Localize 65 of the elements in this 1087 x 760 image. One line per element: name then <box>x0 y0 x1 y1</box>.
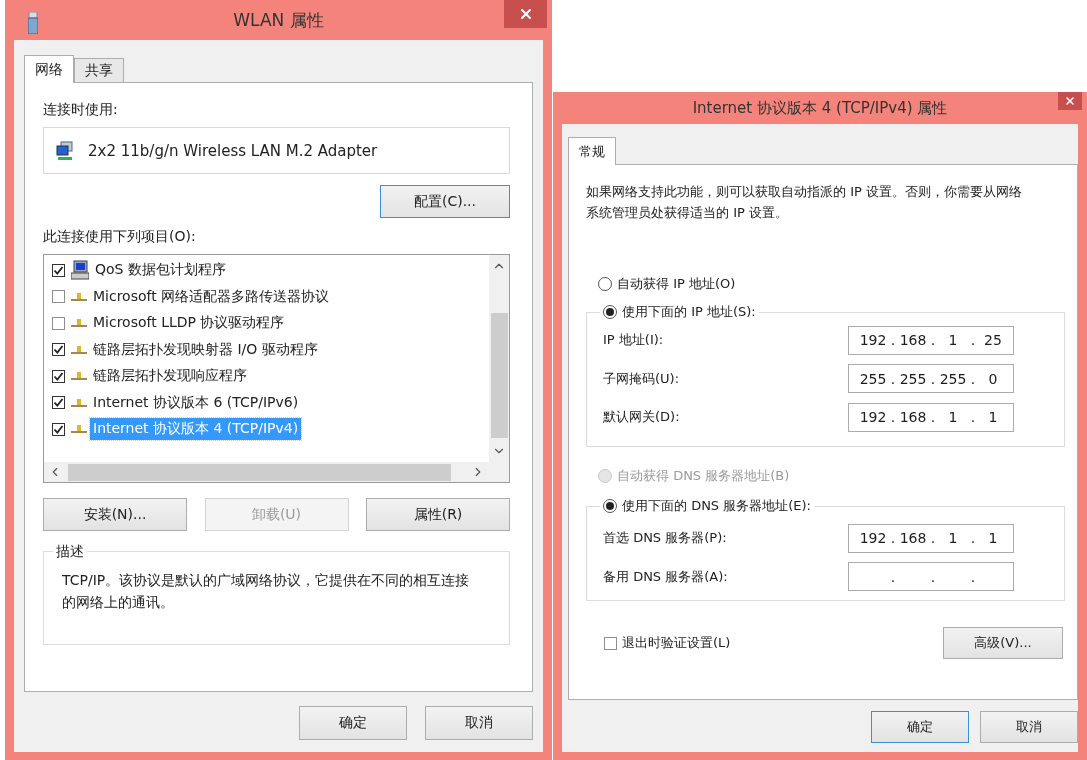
checkbox[interactable] <box>52 369 65 383</box>
field-label: 子网掩码(U): <box>603 369 680 388</box>
ip-address-field[interactable]: 192 . 168 . 1 . 25 <box>848 325 1014 355</box>
radio-label: 使用下面的 IP 地址(S): <box>622 303 756 321</box>
field-label: 备用 DNS 服务器(A): <box>603 567 728 586</box>
protocol-icon <box>71 398 87 407</box>
ok-button[interactable]: 确定 <box>871 711 969 743</box>
ip-address-field[interactable]: 255 . 255 . 255 . 0 <box>848 364 1014 394</box>
advanced-button[interactable]: 高级(V)... <box>943 627 1063 659</box>
group-title: 描述 <box>56 543 84 559</box>
section-label: 此连接使用下列项目(O): <box>43 228 196 244</box>
usb-adapter-icon <box>28 12 38 34</box>
list-item[interactable]: Microsoft LLDP 协议驱动程序 <box>90 312 288 335</box>
tab[interactable]: 网络 <box>24 55 74 83</box>
radio-label: 使用下面的 DNS 服务器地址(E): <box>622 497 811 515</box>
cancel-button[interactable]: 取消 <box>425 706 533 740</box>
section-label: 连接时使用: <box>43 101 119 119</box>
field-label: 默认网关(D): <box>603 408 680 427</box>
field-label: IP 地址(I): <box>603 331 664 350</box>
list-item[interactable]: Microsoft 网络适配器多路传送器协议 <box>90 285 333 308</box>
radio-button[interactable] <box>603 305 617 319</box>
checkbox-label: 退出时验证设置(L) <box>622 634 731 652</box>
vertical-scrollbar[interactable] <box>489 255 509 462</box>
close-button[interactable] <box>1058 92 1082 110</box>
action-button[interactable]: 安装(N)... <box>43 498 187 531</box>
checkbox[interactable] <box>52 422 65 436</box>
checkbox[interactable] <box>52 290 65 304</box>
checkbox[interactable] <box>52 343 65 357</box>
adapter-name: 2x2 11b/g/n Wireless LAN M.2 Adapter <box>88 141 378 160</box>
protocol-icon <box>71 425 87 434</box>
tab[interactable]: 常规 <box>568 137 616 165</box>
list-item[interactable]: QoS 数据包计划程序 <box>92 259 229 282</box>
close-button[interactable] <box>504 0 547 28</box>
network-adapter-icon <box>56 140 74 161</box>
radio-button[interactable] <box>603 499 617 513</box>
list-item[interactable]: 链路层拓扑发现响应程序 <box>90 365 250 388</box>
protocol-icon <box>71 372 87 381</box>
checkbox[interactable] <box>604 636 617 650</box>
radio-label: 自动获得 IP 地址(O) <box>617 275 736 293</box>
checkbox[interactable] <box>52 316 65 330</box>
ok-button[interactable]: 确定 <box>299 706 407 740</box>
tab[interactable]: 共享 <box>74 58 124 82</box>
ip-address-field[interactable]: . . . <box>848 562 1014 592</box>
horizontal-scrollbar[interactable] <box>44 462 489 482</box>
cancel-button[interactable]: 取消 <box>980 711 1078 743</box>
window-title: Internet 协议版本 4 (TCP/IPv4) 属性 <box>692 98 948 118</box>
intro-text: 如果网络支持此功能，则可以获取自动指派的 IP 设置。否则，你需要从网络系统管理员处获得适当的 IP 设置。 <box>586 183 1023 222</box>
configure-button[interactable]: 配置(C)... <box>380 185 510 218</box>
computer-icon <box>71 260 89 281</box>
close-icon <box>1064 95 1076 107</box>
checkbox[interactable] <box>52 263 65 277</box>
field-label: 首选 DNS 服务器(P): <box>603 529 727 548</box>
radio-label: 自动获得 DNS 服务器地址(B) <box>617 467 790 485</box>
action-button[interactable]: 属性(R) <box>366 498 510 531</box>
ip-address-field[interactable]: 192 . 168 . 1 . 1 <box>848 523 1014 553</box>
window-title: WLAN 属性 <box>233 8 324 32</box>
protocol-icon <box>71 292 87 301</box>
checkbox[interactable] <box>52 396 65 410</box>
protocol-icon <box>71 319 87 328</box>
ip-address-field[interactable]: 192 . 168 . 1 . 1 <box>848 402 1014 432</box>
protocol-icon <box>71 345 87 354</box>
description-text: TCP/IP。该协议是默认的广域网络协议，它提供在不同的相互连接的网络上的通讯。 <box>62 571 471 612</box>
radio-button[interactable] <box>598 277 612 291</box>
list-item[interactable]: 链路层拓扑发现映射器 I/O 驱动程序 <box>90 338 321 361</box>
list-item[interactable]: Internet 协议版本 6 (TCP/IPv6) <box>90 391 302 414</box>
